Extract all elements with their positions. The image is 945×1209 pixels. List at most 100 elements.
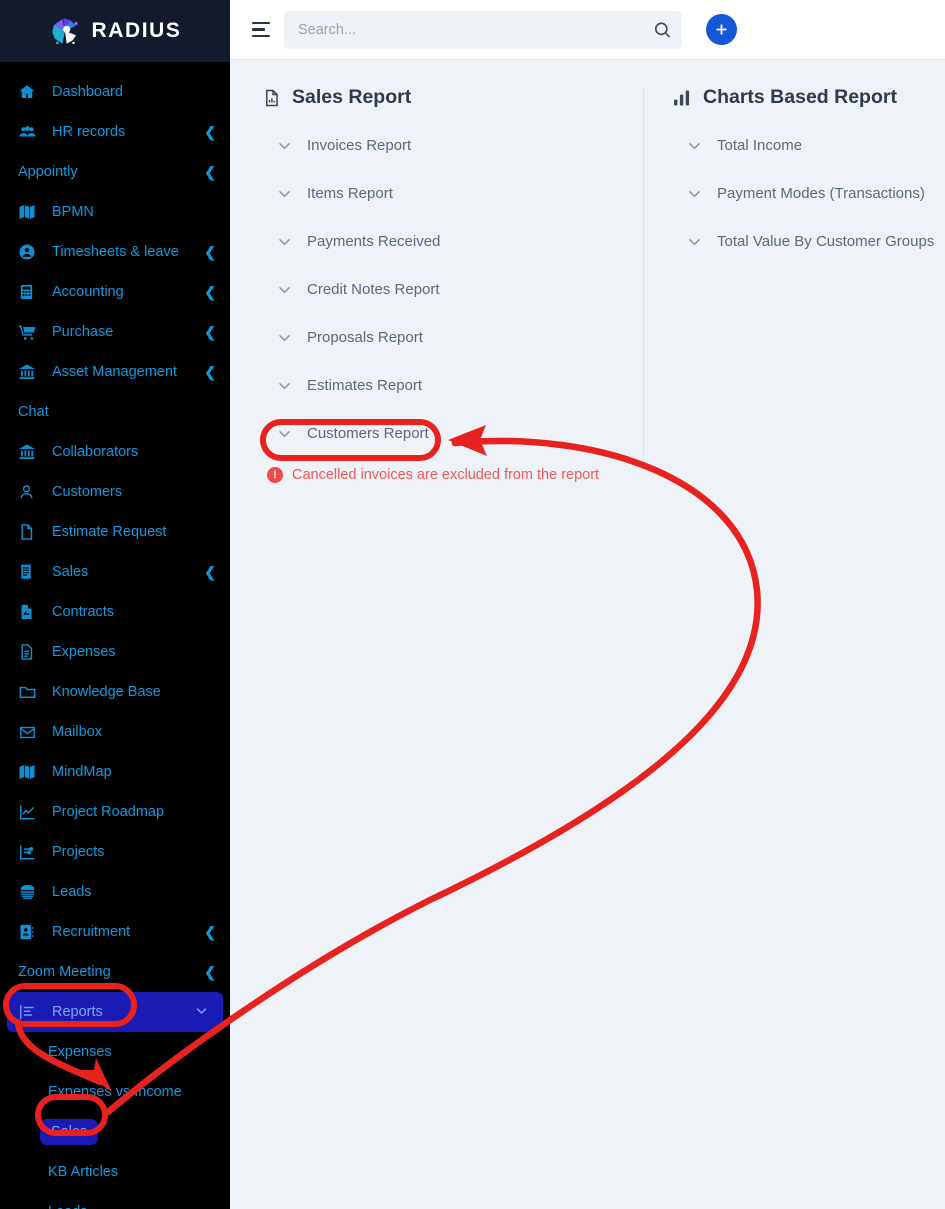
search-icon[interactable] [653,20,672,39]
report-item-items-report[interactable]: Items Report [262,169,643,217]
folder-icon [18,682,40,702]
sidebar-item-accounting[interactable]: Accounting ❮ [0,272,230,312]
chart-line-icon [18,802,40,822]
id-card-icon [18,922,40,942]
charts-report-title: Charts Based Report [672,86,945,109]
chevron-down-icon[interactable] [194,1003,209,1022]
add-new-button[interactable] [706,14,737,45]
sidebar-item-label: Appointly [18,164,78,180]
chevron-down-icon[interactable] [686,185,703,202]
sidebar-item-appointly[interactable]: Appointly ❮ [0,152,230,192]
hamburger-menu-icon[interactable] [252,21,270,38]
cart-icon [18,322,40,342]
report-item-label: Payment Modes (Transactions) [717,184,925,202]
report-item-payment-modes[interactable]: Payment Modes (Transactions) [672,169,945,217]
brand-header[interactable]: RADIUS [0,0,230,62]
chevron-down-icon[interactable] [686,233,703,250]
sidebar-item-label: Collaborators [52,444,139,460]
report-item-total-value-customer-groups[interactable]: Total Value By Customer Groups [672,217,945,265]
sidebar-item-chat[interactable]: Chat [0,392,230,432]
app-root: RADIUS Dashboard HR records ❮ Appointly … [0,0,945,1209]
chevron-down-icon[interactable] [276,137,293,154]
chevron-left-icon[interactable]: ❮ [204,125,216,139]
sidebar-item-knowledge-base[interactable]: Knowledge Base [0,672,230,712]
sidebar-item-projects[interactable]: Projects [0,832,230,872]
chevron-down-icon[interactable] [276,281,293,298]
sidebar-item-bpmn[interactable]: BPMN [0,192,230,232]
sidebar-subitem-leads[interactable]: Leads [0,1192,230,1209]
search-box[interactable] [284,10,682,49]
sidebar-subitem-expenses[interactable]: Expenses [0,1032,230,1072]
report-item-label: Estimates Report [307,376,423,394]
chevron-down-icon[interactable] [276,377,293,394]
sidebar-item-hr-records[interactable]: HR records ❮ [0,112,230,152]
report-item-payments-received[interactable]: Payments Received [262,217,643,265]
sidebar-subitem-expenses-vs-income[interactable]: Expenses vs Income [0,1072,230,1112]
charts-report-column: Charts Based Report Total Income Payment… [644,86,945,483]
chevron-down-icon[interactable] [276,185,293,202]
document-chart-icon [262,88,281,108]
report-item-total-income[interactable]: Total Income [672,121,945,169]
sidebar-item-collaborators[interactable]: Collaborators [0,432,230,472]
search-input[interactable] [284,10,682,49]
file-icon [18,522,40,542]
content-area: Sales Report Invoices Report Items Repor… [230,60,945,1209]
chevron-down-icon[interactable] [276,425,293,442]
sidebar-item-label: Projects [52,844,105,860]
sidebar-item-mindmap[interactable]: MindMap [0,752,230,792]
sidebar-item-purchase[interactable]: Purchase ❮ [0,312,230,352]
sidebar-subitem-kb-articles[interactable]: KB Articles [0,1152,230,1192]
sidebar-item-sales[interactable]: Sales ❮ [0,552,230,592]
sidebar-item-reports[interactable]: Reports [7,992,223,1032]
report-item-label: Customers Report [307,424,429,442]
chevron-left-icon[interactable]: ❮ [204,245,216,259]
main-area: Sales Report Invoices Report Items Repor… [230,0,945,1209]
sidebar-subitem-sales[interactable]: Sales [0,1112,230,1152]
section-title-text: Charts Based Report [703,86,897,108]
chevron-left-icon[interactable]: ❮ [204,165,216,179]
sidebar-subitem-label: Expenses [48,1044,112,1060]
report-item-invoices-report[interactable]: Invoices Report [262,121,643,169]
sidebar-item-project-roadmap[interactable]: Project Roadmap [0,792,230,832]
chevron-left-icon[interactable]: ❮ [204,565,216,579]
chevron-left-icon[interactable]: ❮ [204,925,216,939]
map-icon [18,202,40,222]
sidebar-item-label: Estimate Request [52,524,167,540]
sidebar-item-estimate-request[interactable]: Estimate Request [0,512,230,552]
sidebar-item-zoom-meeting[interactable]: Zoom Meeting ❮ [0,952,230,992]
sidebar: RADIUS Dashboard HR records ❮ Appointly … [0,0,230,1209]
sidebar-item-mailbox[interactable]: Mailbox [0,712,230,752]
sales-report-column: Sales Report Invoices Report Items Repor… [230,86,643,483]
sidebar-nav: Dashboard HR records ❮ Appointly ❮ BPMN [0,62,230,1209]
sidebar-item-dashboard[interactable]: Dashboard [0,72,230,112]
report-item-label: Total Income [717,136,803,154]
chevron-down-icon[interactable] [686,137,703,154]
bank-icon [18,442,40,462]
chevron-down-icon[interactable] [276,329,293,346]
report-item-label: Proposals Report [307,328,423,346]
chevron-left-icon[interactable]: ❮ [204,325,216,339]
chevron-down-icon[interactable] [276,233,293,250]
chevron-left-icon[interactable]: ❮ [204,365,216,379]
report-item-label: Invoices Report [307,136,412,154]
sidebar-item-label: Sales [52,564,89,580]
sidebar-item-expenses[interactable]: Expenses [0,632,230,672]
chevron-left-icon[interactable]: ❮ [204,285,216,299]
report-item-proposals-report[interactable]: Proposals Report [262,313,643,361]
sidebar-item-leads[interactable]: Leads [0,872,230,912]
report-item-label: Total Value By Customer Groups [717,232,935,250]
sidebar-item-label: Knowledge Base [52,684,161,700]
sidebar-item-label: Reports [52,1004,103,1020]
radius-starburst-logo-icon [48,14,82,48]
sidebar-item-label: Dashboard [52,84,123,100]
sidebar-item-recruitment[interactable]: Recruitment ❮ [0,912,230,952]
sidebar-item-contracts[interactable]: Contracts [0,592,230,632]
chevron-left-icon[interactable]: ❮ [204,965,216,979]
bank-icon [18,362,40,382]
report-item-credit-notes-report[interactable]: Credit Notes Report [262,265,643,313]
sidebar-item-timesheets-leave[interactable]: Timesheets & leave ❮ [0,232,230,272]
report-item-estimates-report[interactable]: Estimates Report [262,361,643,409]
sidebar-item-asset-management[interactable]: Asset Management ❮ [0,352,230,392]
sidebar-item-customers[interactable]: Customers [0,472,230,512]
report-item-customers-report[interactable]: Customers Report [262,409,643,457]
